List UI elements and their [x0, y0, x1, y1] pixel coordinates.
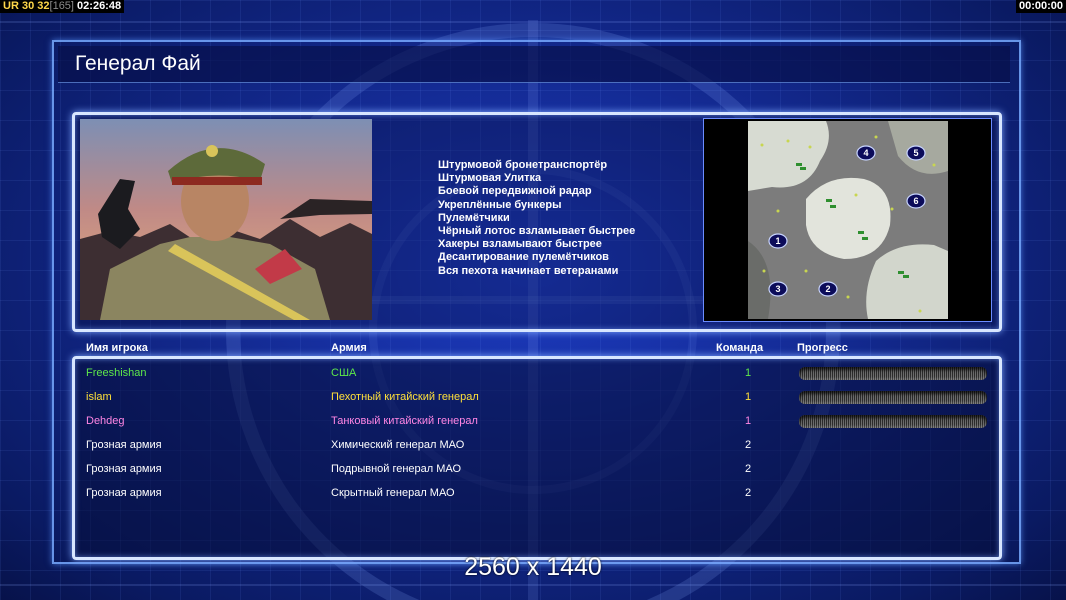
- hud-stats: UR 30 32[165] 02:26:48: [0, 0, 125, 13]
- player-army: Танковый китайский генерал: [331, 415, 478, 427]
- ability-item: Пулемётчики: [438, 211, 510, 224]
- header-army: Армия: [331, 342, 367, 354]
- player-team: 1: [745, 415, 752, 427]
- table-row: islam Пехотный китайский генерал 1: [0, 388, 1066, 406]
- map-start-label: 3: [775, 284, 780, 294]
- ability-item: Штурмовой бронетранспортёр: [438, 159, 608, 171]
- player-army: Подрывной генерал МАО: [331, 463, 462, 475]
- player-name: Грозная армия: [86, 463, 162, 475]
- player-team: 2: [745, 463, 752, 475]
- header-team: Команда: [716, 342, 764, 354]
- general-portrait-image: [80, 119, 372, 320]
- header-player-name: Имя игрока: [86, 342, 148, 354]
- map-start-label: 1: [775, 236, 780, 246]
- players-panel: [72, 356, 1002, 560]
- map-preview: 1 2 3 4 5 6: [703, 118, 992, 322]
- table-row: Freeshishan США 1: [0, 364, 1066, 382]
- map-start-label: 6: [913, 196, 918, 206]
- ability-item: Штурмовая Улитка: [438, 172, 542, 185]
- player-team: 2: [745, 439, 752, 451]
- ability-item: Десантирование пулемётчиков: [438, 251, 609, 264]
- player-army: Скрытный генерал МАО: [331, 487, 455, 499]
- general-portrait: [80, 119, 372, 320]
- map-image: 1 2 3 4 5 6: [748, 121, 948, 319]
- ability-item: Хакеры взламывают быстрее: [438, 238, 602, 251]
- hud-clock-left: 02:26:48: [77, 0, 122, 12]
- hud-ur-label: UR: [3, 0, 19, 12]
- ability-item: Боевой передвижной радар: [438, 185, 592, 198]
- page-title: Генерал Фай: [75, 52, 201, 75]
- table-row: Dehdeg Танковый китайский генерал 1: [0, 412, 1066, 430]
- player-army: Пехотный китайский генерал: [331, 391, 479, 403]
- progress-bar: [799, 415, 987, 428]
- hud-clock-right-box: 00:00:00: [1015, 0, 1066, 13]
- progress-bar: [799, 391, 987, 404]
- player-name: Грозная армия: [86, 487, 162, 499]
- table-row: Грозная армия Химический генерал МАО 2: [0, 436, 1066, 454]
- map-start-label: 5: [913, 148, 918, 158]
- player-name: islam: [86, 391, 112, 403]
- player-name: Dehdeg: [86, 415, 125, 427]
- hud-bracket-value: [165]: [49, 0, 74, 12]
- table-row: Грозная армия Скрытный генерал МАО 2: [0, 484, 1066, 502]
- player-team: 1: [745, 391, 752, 403]
- title-bar: [58, 46, 1010, 83]
- player-army: США: [331, 367, 357, 379]
- ability-item: Вся пехота начинает ветеранами: [438, 264, 619, 277]
- player-army: Химический генерал МАО: [331, 439, 465, 451]
- ability-item: Чёрный лотос взламывает быстрее: [438, 225, 636, 238]
- player-name: Freeshishan: [86, 367, 147, 379]
- hud-value-30: 30: [21, 0, 35, 12]
- ability-item: Укреплённые бункеры: [438, 198, 562, 211]
- player-team: 2: [745, 487, 752, 499]
- abilities-list: Штурмовой бронетранспортёр Штурмовая Ули…: [438, 159, 698, 278]
- map-start-label: 2: [825, 284, 830, 294]
- hud-clock-right: 00:00:00: [1018, 0, 1063, 12]
- hud-value-32: 32: [37, 0, 50, 12]
- map-start-label: 4: [863, 148, 868, 158]
- player-team: 1: [745, 367, 752, 379]
- resolution-label: 2560 x 1440: [464, 553, 602, 581]
- table-row: Грозная армия Подрывной генерал МАО 2: [0, 460, 1066, 478]
- progress-bar: [799, 367, 987, 380]
- player-name: Грозная армия: [86, 439, 162, 451]
- header-progress: Прогресс: [797, 342, 848, 354]
